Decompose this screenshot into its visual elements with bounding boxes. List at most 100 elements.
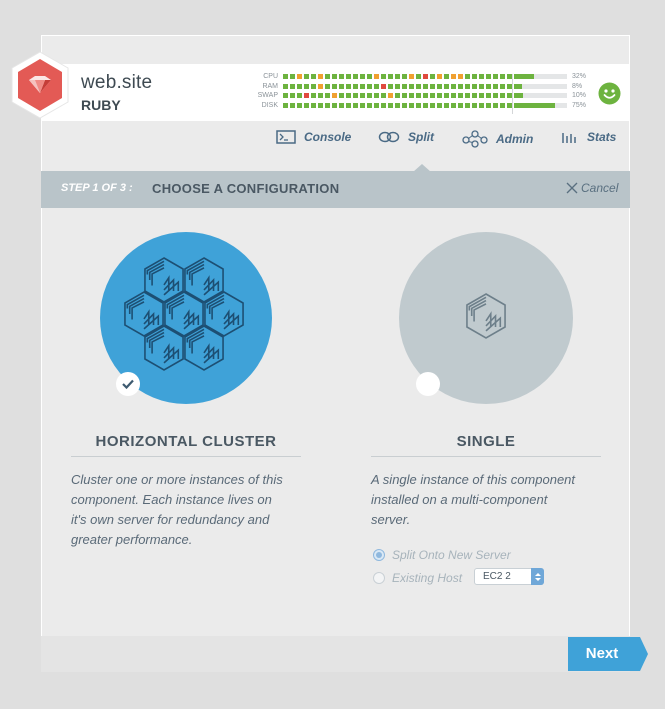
history-dot — [381, 83, 386, 89]
single-server-icon — [466, 293, 506, 339]
history-dot — [465, 74, 470, 79]
history-dot — [416, 93, 421, 98]
history-dot — [472, 83, 477, 89]
cluster-selected-check[interactable] — [116, 372, 140, 396]
desc-line: installed on a multi-component — [371, 492, 548, 507]
history-dot — [360, 102, 365, 108]
history-dot — [402, 83, 407, 89]
history-dot — [339, 74, 344, 79]
desc-line: A single instance of this component — [371, 472, 576, 487]
history-dot — [318, 93, 323, 98]
nav-admin-label: Admin — [496, 132, 534, 146]
history-dot — [395, 74, 400, 79]
history-dot — [458, 93, 463, 98]
radio-button[interactable] — [373, 549, 385, 561]
desc-line: greater performance. — [71, 532, 193, 547]
history-dot — [374, 74, 379, 79]
history-dot — [311, 102, 316, 108]
history-dot — [458, 102, 463, 108]
history-dot — [318, 102, 323, 108]
history-dot — [402, 93, 407, 98]
step-title: CHOOSE A CONFIGURATION — [152, 181, 340, 196]
history-dot — [346, 93, 351, 98]
cluster-description: Cluster one or more instances of this co… — [71, 470, 311, 550]
metric-label: SWAP — [257, 92, 278, 99]
metric-history — [283, 74, 540, 79]
nav-stats[interactable]: Stats — [561, 130, 616, 144]
history-dot — [479, 83, 484, 89]
nav-console-label: Console — [304, 130, 352, 144]
metric-history — [283, 93, 540, 98]
history-dot — [472, 102, 477, 108]
desc-line: Cluster one or more instances of this — [71, 472, 283, 487]
history-dot — [451, 102, 456, 108]
stats-bars-icon — [562, 133, 576, 143]
divider — [371, 456, 601, 457]
history-dot — [346, 83, 351, 89]
nav-split[interactable]: Split — [378, 130, 434, 144]
host-select[interactable]: EC2 2 — [474, 568, 544, 585]
history-dot — [472, 93, 477, 98]
history-dot — [332, 93, 337, 98]
history-dot — [486, 74, 491, 79]
history-dot — [325, 102, 330, 108]
split-new-server-option[interactable]: Split Onto New Server — [373, 548, 511, 562]
single-select-radio[interactable] — [416, 372, 440, 396]
history-dot — [402, 102, 407, 108]
radio-label: Existing Host — [392, 571, 463, 585]
history-dot — [472, 74, 477, 79]
history-dot — [297, 83, 302, 89]
admin-network-icon — [462, 130, 488, 148]
radio-button[interactable] — [373, 572, 385, 584]
next-button[interactable]: Next — [568, 637, 648, 671]
history-dot — [360, 83, 365, 89]
history-dot — [500, 102, 505, 108]
app-name: web.site — [81, 72, 153, 93]
metric-percent: 75% — [572, 101, 587, 109]
divider — [512, 74, 513, 114]
history-dot — [374, 102, 379, 108]
history-dot — [283, 102, 288, 108]
history-dot — [388, 83, 393, 89]
history-dot — [297, 102, 302, 108]
history-dot — [430, 93, 435, 98]
history-dot — [297, 93, 302, 98]
history-dot — [367, 74, 372, 79]
history-dot — [402, 74, 407, 79]
host-select-value: EC2 2 — [483, 571, 511, 582]
history-dot — [500, 93, 505, 98]
history-dot — [451, 83, 456, 89]
metric-history — [283, 102, 540, 108]
history-dot — [388, 74, 393, 79]
history-dot — [423, 74, 428, 79]
metric-bar-fill — [518, 74, 534, 79]
history-dot — [325, 74, 330, 79]
history-dot — [325, 83, 330, 89]
metric-bar — [518, 102, 567, 108]
history-dot — [465, 93, 470, 98]
existing-host-option[interactable]: Existing Host — [373, 571, 462, 585]
history-dot — [290, 83, 295, 89]
history-dot — [486, 83, 491, 89]
nav-console[interactable]: Console — [276, 130, 351, 144]
desc-line: server. — [371, 512, 411, 527]
history-dot — [353, 74, 358, 79]
nav-admin[interactable]: Admin — [462, 130, 533, 148]
history-dot — [360, 74, 365, 79]
nav-split-label: Split — [408, 130, 434, 144]
metric-bar — [518, 93, 567, 98]
history-dot — [430, 102, 435, 108]
cancel-button[interactable]: Cancel — [566, 181, 618, 195]
history-dot — [493, 93, 498, 98]
metric-bar — [518, 83, 567, 89]
history-dot — [437, 83, 442, 89]
history-dot — [500, 83, 505, 89]
history-dot — [458, 83, 463, 89]
history-dot — [381, 74, 386, 79]
history-dot — [437, 93, 442, 98]
metric-percent: 10% — [572, 92, 587, 99]
close-icon — [566, 182, 578, 194]
history-dot — [493, 83, 498, 89]
history-dot — [318, 74, 323, 79]
history-dot — [423, 102, 428, 108]
